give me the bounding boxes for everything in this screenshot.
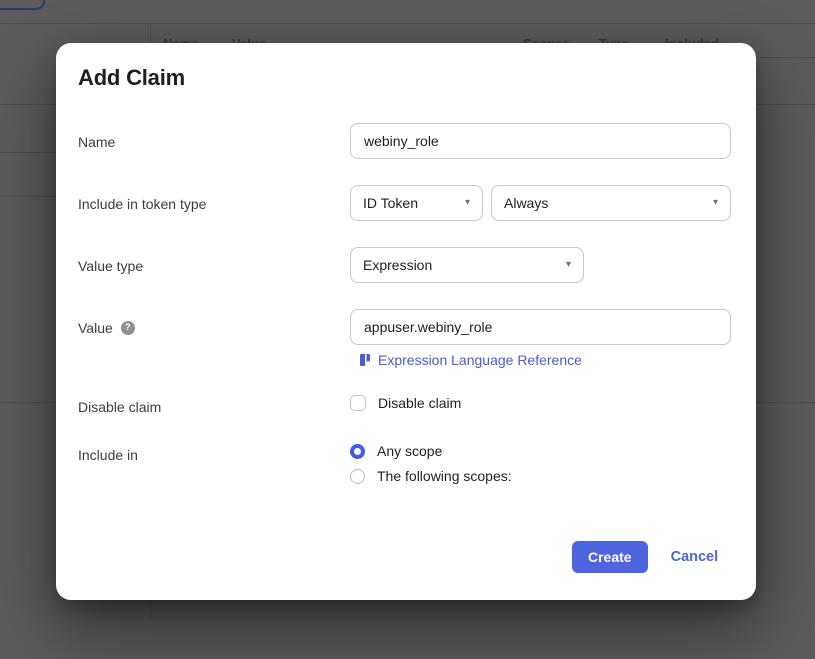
- modal-actions: Create Cancel: [572, 541, 718, 573]
- value-type-selected-value: Expression: [363, 257, 433, 273]
- add-claim-modal: Add Claim Name Include in token type ID …: [56, 43, 756, 600]
- modal-title: Add Claim: [78, 65, 185, 90]
- chevron-down-icon: ▾: [712, 197, 718, 208]
- any-scope-radio[interactable]: [350, 443, 365, 459]
- chevron-down-icon: ▾: [464, 197, 470, 208]
- background-button-outline: [0, 0, 45, 10]
- disable-claim-checkbox-label: Disable claim: [378, 395, 462, 411]
- any-scope-radio-label: Any scope: [377, 443, 443, 459]
- help-icon[interactable]: ?: [120, 321, 135, 335]
- name-input[interactable]: [350, 123, 731, 159]
- field-row-value-type: Value type Expression ▾: [78, 247, 731, 283]
- expression-reference-link-text: Expression Language Reference: [378, 352, 582, 368]
- any-scope-radio-row[interactable]: Any scope: [350, 443, 731, 459]
- value-label: Value ?: [78, 309, 350, 337]
- token-condition-selected-value: Always: [504, 195, 549, 211]
- token-type-selected-value: ID Token: [363, 195, 418, 211]
- token-type-label: Include in token type: [78, 196, 207, 212]
- chevron-down-icon: ▾: [565, 259, 571, 270]
- background-divider: [0, 23, 815, 24]
- value-type-select[interactable]: Expression ▾: [350, 247, 584, 283]
- book-icon: [360, 354, 370, 366]
- token-condition-select[interactable]: Always ▾: [491, 185, 731, 221]
- field-row-token-type: Include in token type ID Token ▾ Always …: [78, 185, 731, 221]
- disable-claim-checkbox-row[interactable]: Disable claim: [350, 395, 731, 411]
- following-scopes-radio-row[interactable]: The following scopes:: [350, 468, 731, 484]
- field-row-name: Name: [78, 123, 731, 159]
- token-type-select[interactable]: ID Token ▾: [350, 185, 483, 221]
- disable-claim-label: Disable claim: [78, 399, 162, 415]
- disable-claim-checkbox[interactable]: [350, 395, 366, 411]
- value-input[interactable]: [350, 309, 731, 345]
- field-row-value: Value ? Expression Language Reference: [78, 309, 731, 368]
- following-scopes-radio[interactable]: [350, 468, 365, 484]
- name-label: Name: [78, 134, 116, 150]
- value-label-text: Value: [78, 320, 113, 336]
- field-row-disable-claim: Disable claim Disable claim: [78, 395, 731, 416]
- expression-reference-link[interactable]: Expression Language Reference: [359, 352, 731, 368]
- field-row-include-in: Include in Any scope The following scope…: [78, 443, 731, 484]
- following-scopes-radio-label: The following scopes:: [377, 468, 512, 484]
- value-type-label: Value type: [78, 258, 144, 274]
- cancel-button[interactable]: Cancel: [671, 549, 719, 565]
- include-in-label: Include in: [78, 447, 138, 463]
- create-button[interactable]: Create: [572, 541, 648, 573]
